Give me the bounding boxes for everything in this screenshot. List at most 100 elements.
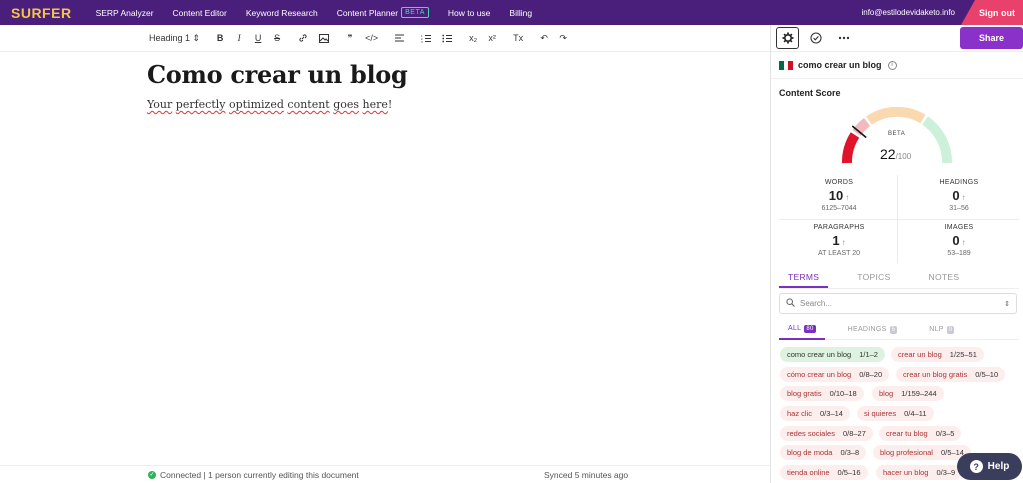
- help-button[interactable]: ? Help: [957, 453, 1022, 480]
- arrow-up-icon: ↑: [845, 193, 850, 202]
- account-email: info@estilodevidaketo.info: [861, 8, 955, 17]
- keyword-title: como crear un blog: [798, 60, 882, 70]
- document-title[interactable]: Como crear un blog: [147, 60, 408, 89]
- gauge-segment-orange: [866, 107, 926, 125]
- stat-number: 0: [952, 188, 960, 203]
- filter-label: ALL: [788, 325, 802, 332]
- term-text: cómo crear un blog: [787, 370, 852, 379]
- filter-count: 0: [946, 325, 955, 334]
- stat-number: 0: [952, 233, 960, 248]
- term-chip[interactable]: cómo crear un blog 0/8–20: [780, 367, 890, 382]
- gauge-segment-red: [842, 132, 860, 164]
- subscript-button[interactable]: x₂: [469, 33, 477, 43]
- stat-label: PARAGRAPHS: [813, 224, 865, 231]
- term-chip[interactable]: crear un blog 1/25–51: [891, 347, 984, 362]
- status-bar: ✓ Connected | 1 person currently editing…: [0, 465, 770, 483]
- term-chip[interactable]: crear tu blog 0/3–5: [879, 426, 962, 441]
- link-icon[interactable]: [298, 33, 308, 43]
- blockquote-button[interactable]: ❞: [346, 33, 354, 44]
- ordered-list-icon[interactable]: 123: [421, 34, 432, 43]
- arrow-up-icon: ↑: [841, 238, 846, 247]
- body-word: here: [362, 98, 388, 111]
- term-count: 0/3–8: [840, 448, 860, 457]
- surfer-logo[interactable]: SURFER: [11, 5, 72, 21]
- term-chip[interactable]: blog gratis 0/10–18: [780, 386, 864, 401]
- share-button[interactable]: Share: [960, 27, 1023, 49]
- term-chip[interactable]: como crear un blog 1/1–2: [780, 347, 885, 362]
- stat-range: 31–56: [949, 205, 969, 212]
- strikethrough-button[interactable]: S: [273, 33, 281, 43]
- nav-keyword-research[interactable]: Keyword Research: [246, 8, 318, 18]
- document-editor[interactable]: Como crear un blog Your perfectly optimi…: [0, 52, 770, 465]
- nav-serp-analyzer[interactable]: SERP Analyzer: [96, 8, 154, 18]
- account-area: info@estilodevidaketo.info Sign out: [861, 0, 1023, 25]
- term-text: crear un blog gratis: [903, 370, 968, 379]
- term-chip[interactable]: blog 1/159–244: [872, 386, 944, 401]
- term-chip[interactable]: haz clic 0/3–14: [780, 406, 850, 421]
- term-count: 0/5–16: [837, 468, 861, 477]
- code-button[interactable]: </>: [365, 33, 378, 43]
- stat-range: AT LEAST 20: [817, 250, 861, 257]
- gauge-segment-green: [922, 116, 952, 164]
- sync-status: Synced 5 minutes ago: [544, 470, 629, 480]
- term-chip[interactable]: hacer un blog 0/3–9: [876, 465, 963, 480]
- term-text: si quieres: [864, 409, 897, 418]
- term-count: 1/1–2: [859, 350, 878, 359]
- gear-icon[interactable]: [776, 27, 799, 49]
- stat-value: 0 ↑: [899, 188, 1019, 203]
- stat-number: 1: [832, 233, 840, 248]
- connected-status-text: Connected | 1 person currently editing t…: [160, 469, 359, 480]
- term-text: redes sociales: [787, 429, 835, 438]
- filter-headings[interactable]: HEADINGS 5: [839, 320, 907, 340]
- score-max: /100: [895, 152, 912, 161]
- editor-toolbar: Heading 1 ⇕ B I U S ❞ </> 123 x₂ x² Tx ↶…: [0, 25, 770, 52]
- tab-topics[interactable]: TOPICS: [848, 269, 899, 288]
- term-count: 0/8–27: [842, 429, 866, 438]
- filter-count: 5: [889, 325, 898, 334]
- term-chip[interactable]: tienda online 0/5–16: [780, 465, 868, 480]
- term-chip[interactable]: redes sociales 0/8–27: [780, 426, 873, 441]
- image-icon[interactable]: [319, 33, 330, 43]
- redo-button[interactable]: ↷: [559, 33, 567, 44]
- term-text: como crear un blog: [787, 350, 852, 359]
- more-options-icon[interactable]: [832, 27, 855, 49]
- filter-count: 80: [804, 324, 816, 333]
- term-chip[interactable]: crear un blog gratis 0/5–10: [896, 367, 1006, 382]
- term-filters: ALL 80 HEADINGS 5 NLP 0: [779, 320, 1019, 340]
- filter-nlp[interactable]: NLP 0: [920, 320, 963, 340]
- italic-button[interactable]: I: [235, 33, 243, 43]
- info-icon[interactable]: i: [887, 60, 897, 70]
- body-word: goes: [333, 98, 360, 111]
- content-score-panel: Share como crear un blog i Content Score…: [770, 25, 1023, 483]
- sign-out-button[interactable]: Sign out: [975, 0, 1023, 25]
- bold-button[interactable]: B: [216, 33, 224, 43]
- tab-notes[interactable]: NOTES: [920, 269, 969, 288]
- superscript-button[interactable]: x²: [488, 33, 496, 43]
- check-circle-icon[interactable]: [804, 27, 827, 49]
- term-chip[interactable]: blog profesional 0/5–14: [873, 445, 971, 460]
- stat-value: 1 ↑: [779, 233, 899, 248]
- nav-content-editor[interactable]: Content Editor: [173, 8, 227, 18]
- nav-how-to-use[interactable]: How to use: [448, 8, 491, 18]
- align-icon[interactable]: [395, 34, 405, 42]
- flag-stripe: [788, 60, 794, 70]
- terms-search-input[interactable]: Search... ⇕: [779, 293, 1017, 314]
- sort-icon[interactable]: ⇕: [1004, 300, 1010, 308]
- filter-all[interactable]: ALL 80: [779, 320, 825, 340]
- term-count: 0/3–14: [820, 409, 843, 418]
- term-chip[interactable]: blog de moda 0/3–8: [780, 445, 867, 460]
- nav-content-planner[interactable]: Content Planner BETA: [337, 7, 429, 18]
- tab-terms[interactable]: TERMS: [779, 269, 829, 288]
- search-placeholder: Search...: [800, 299, 833, 308]
- document-body[interactable]: Your perfectly optimized content goes he…: [147, 98, 392, 111]
- bullet-list-icon[interactable]: [442, 34, 453, 43]
- term-text: blog profesional: [880, 448, 933, 457]
- nav-billing[interactable]: Billing: [509, 8, 532, 18]
- clear-format-button[interactable]: Tx: [513, 33, 523, 43]
- term-chip[interactable]: si quieres 0/4–11: [857, 406, 934, 421]
- heading-select[interactable]: Heading 1 ⇕: [149, 33, 200, 44]
- arrow-up-icon: ↑: [961, 238, 966, 247]
- undo-button[interactable]: ↶: [540, 33, 548, 44]
- underline-button[interactable]: U: [254, 33, 262, 43]
- term-count: 0/4–11: [904, 409, 927, 418]
